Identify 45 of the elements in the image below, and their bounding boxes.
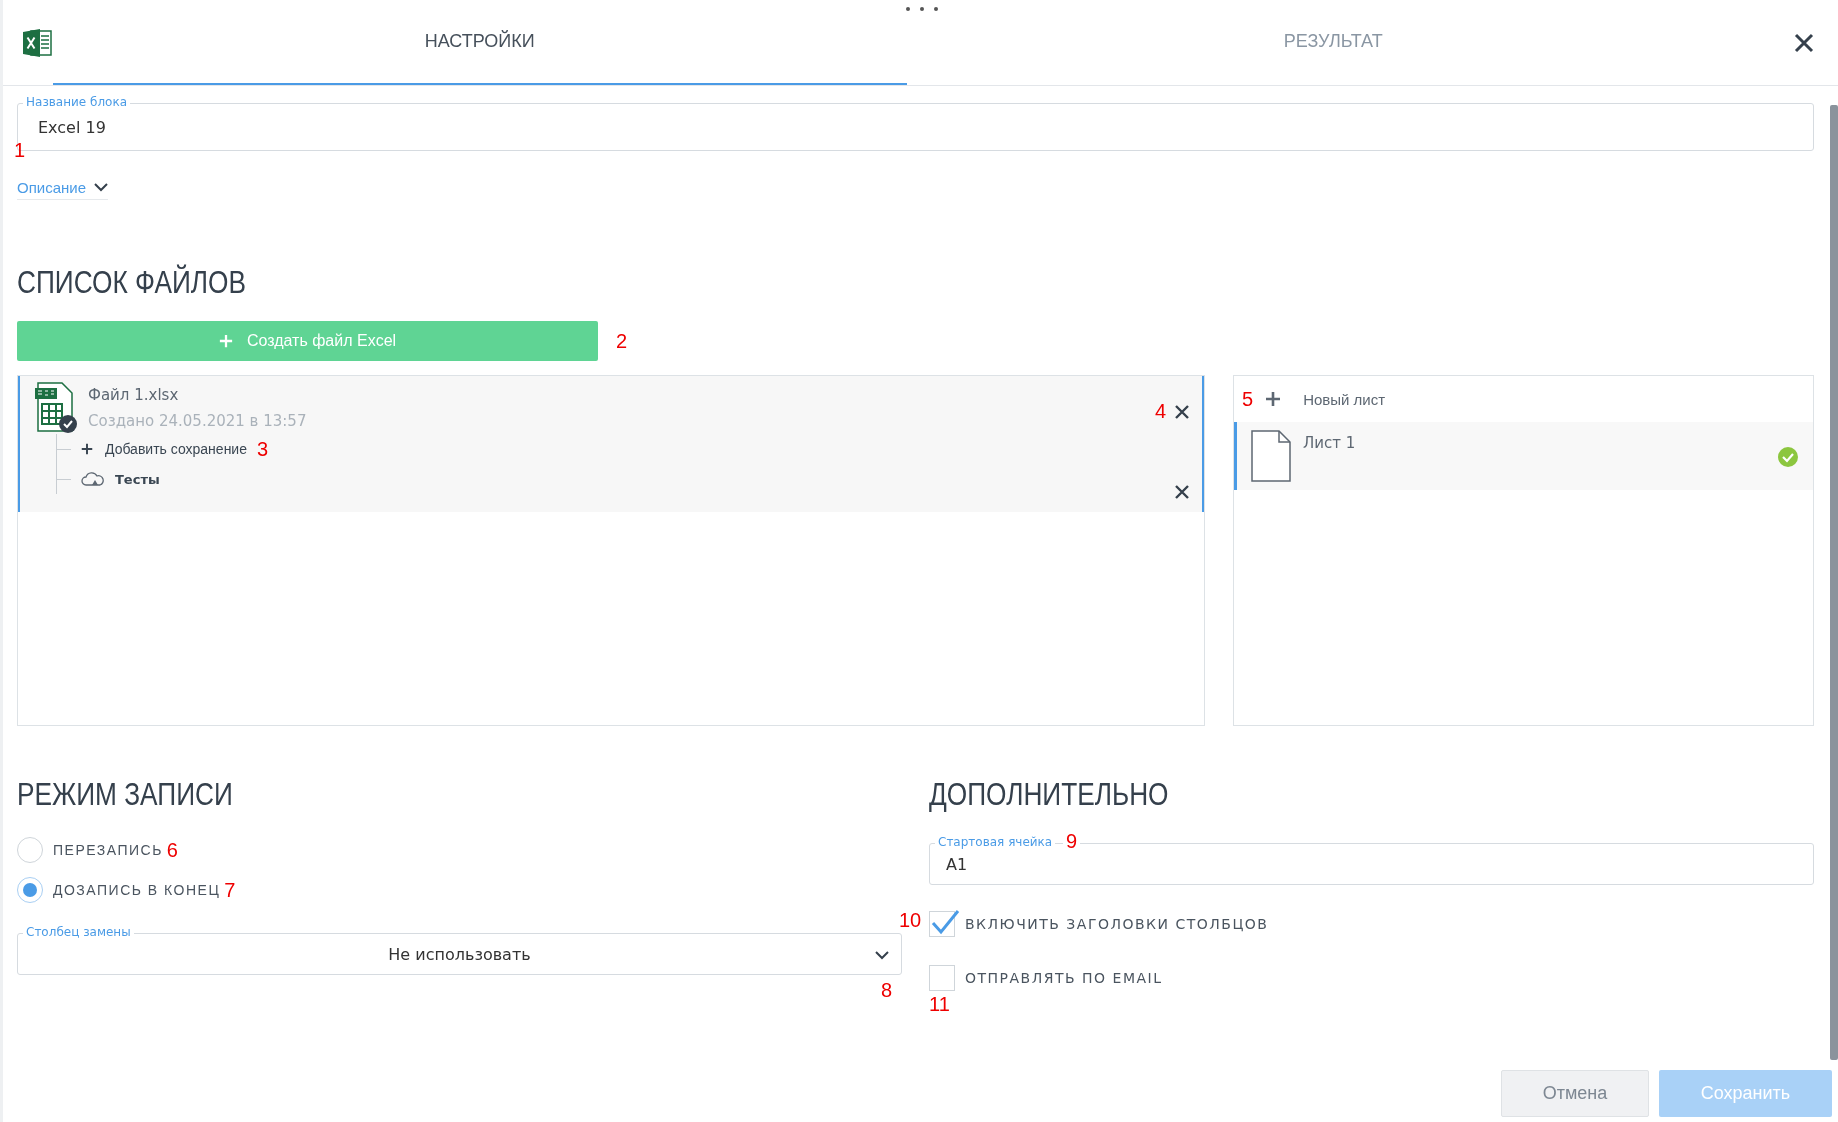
annotation-number: 10 <box>899 909 922 932</box>
add-save-button[interactable]: Добавить сохранение <box>81 441 247 457</box>
plus-icon <box>1265 391 1282 407</box>
plus-icon <box>81 443 93 455</box>
tab[interactable]: НАСТРОЙКИ <box>53 0 907 85</box>
annotation-number: 6 <box>166 838 178 862</box>
field-label: Стартовая ячейка <box>935 835 1056 850</box>
field-value: A1 <box>946 854 968 874</box>
annotation-number: 8 <box>880 979 892 1002</box>
sheet-item[interactable]: Лист 1 <box>1234 422 1813 490</box>
new-sheet-button[interactable]: Новый лист <box>1265 390 1386 408</box>
annotation-number: 3 <box>257 437 269 461</box>
file-item[interactable]: Файл 1.xlsx Создано 24.05.2021 в 13:57 4 Добавить сохранение 3 Тесты <box>18 376 1204 512</box>
chevron-down-icon <box>94 183 109 192</box>
field-label: Столбец замены <box>23 925 134 940</box>
annotation-number: 5 <box>1242 387 1254 411</box>
spreadsheet-app-icon <box>23 28 53 57</box>
plus-icon <box>218 334 233 348</box>
sheet-name: Лист 1 <box>1303 434 1357 452</box>
file-date: Создано 24.05.2021 в 13:57 <box>88 412 307 430</box>
field-value: Excel 19 <box>38 117 106 137</box>
file-name: Файл 1.xlsx <box>88 386 180 404</box>
close-icon <box>1174 404 1190 420</box>
annotation-number: 4 <box>1154 400 1166 423</box>
radio-option[interactable]: ПЕРЕЗАПИСЬ <box>17 837 163 863</box>
close-icon <box>1174 484 1190 500</box>
annotation-number: 11 <box>929 993 950 1016</box>
spreadsheet-file-icon <box>34 382 78 434</box>
save-name: Тесты <box>115 471 160 487</box>
section-heading: РЕЖИМ ЗАПИСИ <box>17 776 234 813</box>
close-icon <box>1794 32 1814 53</box>
dropdown-value: Не использовать <box>388 944 531 964</box>
section-heading: ДОПОЛНИТЕЛЬНО <box>929 776 1170 813</box>
radio-option[interactable]: ДОЗАПИСЬ В КОНЕЦ <box>17 877 221 903</box>
cloud-icon <box>81 471 105 487</box>
document-icon <box>1251 430 1291 482</box>
annotation-number: 7 <box>224 878 236 902</box>
scrollbar[interactable] <box>1830 105 1838 1060</box>
section-heading: СПИСОК ФАЙЛОВ <box>17 264 247 301</box>
annotation-number: 2 <box>616 329 628 353</box>
drag-handle-icon[interactable] <box>905 6 939 12</box>
checkbox-label[interactable]: ОТПРАВЛЯТЬ ПО EMAIL <box>965 970 1163 986</box>
chevron-down-icon <box>875 950 889 960</box>
checkbox[interactable] <box>929 965 955 991</box>
checkbox-label[interactable]: ВКЛЮЧИТЬ ЗАГОЛОВКИ СТОЛБЦОВ <box>965 916 1269 932</box>
